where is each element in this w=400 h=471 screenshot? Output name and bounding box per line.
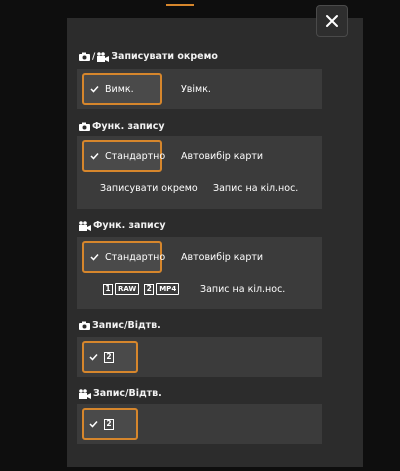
option-record-multiple[interactable]: Запис на кіл.нос. bbox=[213, 174, 298, 202]
checkmark-icon bbox=[89, 353, 98, 361]
checkmark-icon bbox=[90, 85, 99, 93]
top-tab-indicator bbox=[166, 4, 194, 6]
option-label: Запис на кіл.нос. bbox=[200, 283, 286, 295]
checkmark-icon bbox=[89, 420, 98, 428]
option-auto-switch-card[interactable]: Автовибір карти bbox=[181, 140, 263, 172]
camera-icon bbox=[79, 52, 90, 61]
option-label: Вимк. bbox=[105, 83, 134, 95]
section-title-record-function-video: Функ. запису bbox=[79, 220, 166, 231]
option-label: Стандартно bbox=[105, 251, 166, 263]
card-slot-2-icon: 2 bbox=[104, 351, 114, 363]
raw-format-badge: RAW bbox=[115, 283, 140, 295]
option-multi-media[interactable]: 1 RAW 2 MP4 bbox=[103, 277, 184, 301]
option-on[interactable]: Увімк. bbox=[181, 73, 211, 105]
video-camera-icon bbox=[97, 51, 110, 62]
record-separately-panel: Вимк. Увімк. bbox=[77, 69, 322, 109]
option-card-2[interactable]: 2 bbox=[82, 408, 138, 440]
option-card-2[interactable]: 2 bbox=[82, 341, 138, 373]
option-label: Автовибір карти bbox=[181, 251, 264, 263]
option-label: Записувати окремо bbox=[100, 182, 198, 194]
option-label: Стандартно bbox=[105, 150, 166, 162]
section-title-text: Запис/Відтв. bbox=[93, 388, 162, 399]
section-title-record-play-video: Запис/Відтв. bbox=[79, 388, 162, 399]
option-off[interactable]: Вимк. bbox=[82, 73, 162, 105]
camera-icon bbox=[79, 122, 90, 131]
option-label: Запис на кіл.нос. bbox=[213, 182, 299, 194]
record-play-photo-panel: 2 bbox=[77, 337, 322, 377]
card-slot-1-icon: 1 bbox=[103, 283, 113, 295]
section-title-record-separately: / Записувати окремо bbox=[79, 51, 218, 62]
record-play-video-panel: 2 bbox=[77, 404, 322, 444]
option-standard[interactable]: Стандартно bbox=[82, 241, 166, 273]
section-title-text: Функ. запису bbox=[93, 220, 166, 231]
section-title-record-play-photo: Запис/Відтв. bbox=[79, 320, 161, 331]
section-title-record-function-photo: Функ. запису bbox=[79, 121, 165, 132]
record-function-photo-panel: Стандартно Автовибір карти Записувати ок… bbox=[77, 136, 322, 209]
section-title-text: Запис/Відтв. bbox=[92, 320, 161, 331]
option-label: Автовибір карти bbox=[181, 150, 264, 162]
checkmark-icon bbox=[90, 152, 99, 160]
card-slot-2-icon: 2 bbox=[144, 283, 155, 295]
checkmark-icon bbox=[90, 253, 99, 261]
option-record-multiple[interactable]: Запис на кіл.нос. bbox=[200, 277, 285, 301]
option-auto-switch-card[interactable]: Автовибір карти bbox=[181, 241, 263, 273]
section-title-text: Функ. запису bbox=[92, 121, 165, 132]
close-button[interactable] bbox=[316, 5, 348, 37]
record-function-video-panel: Стандартно Автовибір карти 1 RAW 2 MP4 З… bbox=[77, 237, 322, 309]
camera-icon bbox=[79, 321, 90, 330]
option-label: Увімк. bbox=[181, 83, 211, 95]
video-camera-icon bbox=[79, 220, 91, 231]
video-camera-icon bbox=[79, 388, 91, 399]
mp4-format-badge: MP4 bbox=[156, 283, 180, 295]
card-slot-2-icon: 2 bbox=[104, 418, 114, 430]
option-standard[interactable]: Стандартно bbox=[82, 140, 166, 172]
close-icon bbox=[326, 15, 338, 27]
section-title-text: Записувати окремо bbox=[111, 51, 218, 62]
option-record-separately[interactable]: Записувати окремо bbox=[100, 174, 198, 202]
